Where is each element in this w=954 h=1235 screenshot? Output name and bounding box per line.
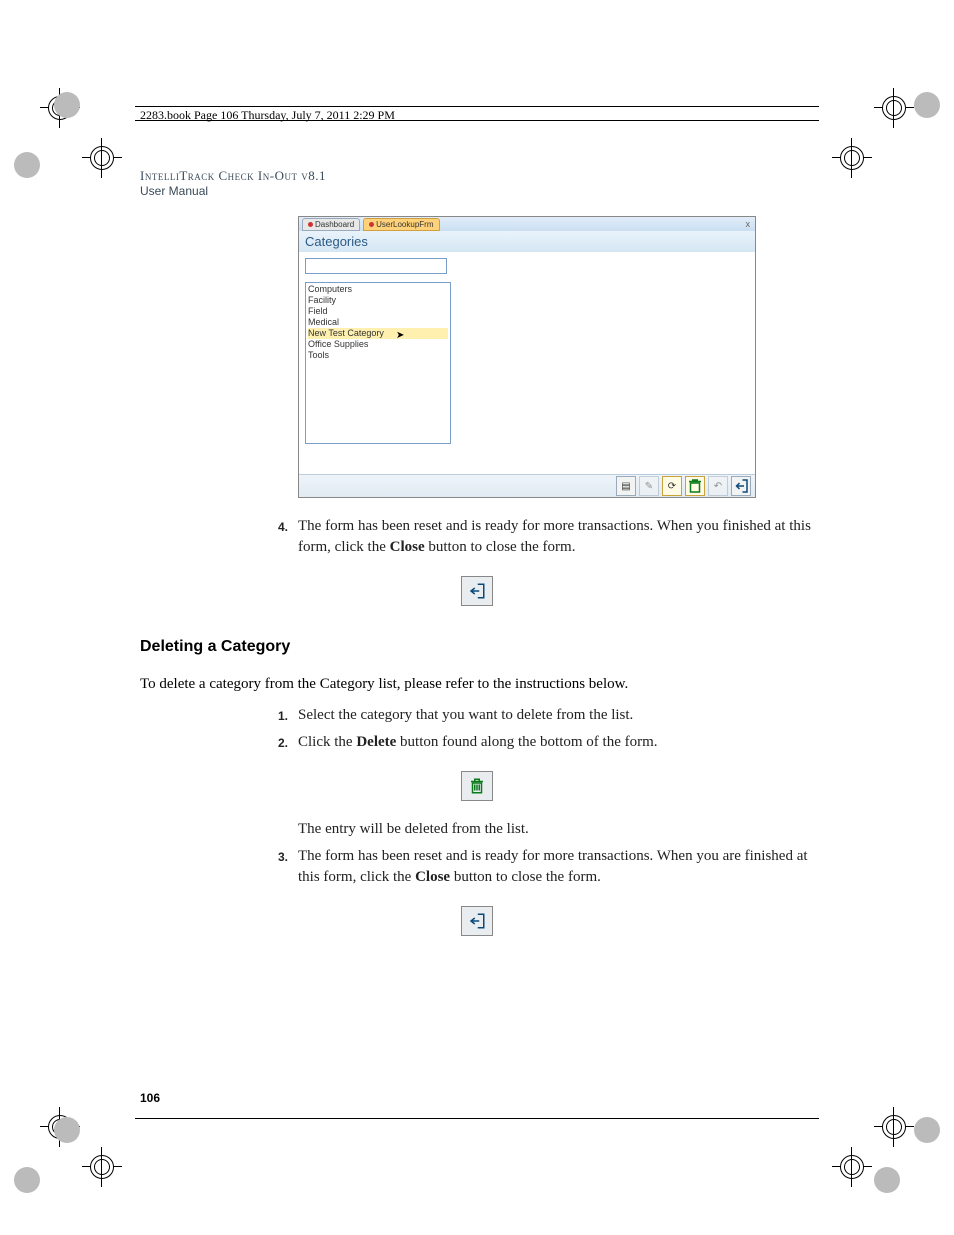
cursor-icon: ➤ bbox=[396, 330, 404, 341]
binding-dot-icon bbox=[54, 92, 80, 118]
step-4: 4. The form has been reset and is ready … bbox=[140, 516, 814, 558]
header-rule bbox=[135, 106, 819, 107]
binding-dot-icon bbox=[874, 1167, 900, 1193]
crop-mark-icon bbox=[82, 138, 122, 178]
binding-dot-icon bbox=[914, 92, 940, 118]
step-number: 3. bbox=[262, 846, 298, 888]
step-number: 4. bbox=[262, 516, 298, 558]
step-text: The entry will be deleted from the list. bbox=[298, 819, 814, 840]
delete-step-3: 3. The form has been reset and is ready … bbox=[140, 846, 814, 888]
step-number: 2. bbox=[262, 732, 298, 753]
undo-button[interactable]: ↶ bbox=[708, 476, 728, 496]
tab-dashboard[interactable]: Dashboard bbox=[302, 218, 360, 231]
list-item[interactable]: Facility bbox=[308, 295, 448, 306]
delete-step-2-result: The entry will be deleted from the list. bbox=[140, 819, 814, 840]
form-toolbar: ▤ ✎ ⟳ ↶ bbox=[299, 474, 755, 497]
tab-userlookup[interactable]: UserLookupFrm bbox=[363, 218, 439, 231]
binding-dot-icon bbox=[14, 152, 40, 178]
close-button-illustration bbox=[461, 906, 493, 936]
step-text: Select the category that you want to del… bbox=[298, 705, 814, 726]
doc-subtitle: User Manual bbox=[140, 184, 814, 198]
crop-mark-icon bbox=[832, 1147, 872, 1187]
crop-mark-icon bbox=[874, 1107, 914, 1147]
crop-mark-icon bbox=[874, 88, 914, 128]
binding-dot-icon bbox=[914, 1117, 940, 1143]
refresh-button[interactable]: ⟳ bbox=[662, 476, 682, 496]
delete-step-2: 2. Click the Delete button found along t… bbox=[140, 732, 814, 753]
close-button[interactable] bbox=[731, 476, 751, 496]
page-button[interactable]: ▤ bbox=[616, 476, 636, 496]
list-item[interactable]: Office Supplies bbox=[308, 339, 448, 350]
footer-rule bbox=[135, 1118, 819, 1119]
step-number: 1. bbox=[262, 705, 298, 726]
delete-button[interactable] bbox=[685, 476, 705, 496]
product-title: IntelliTrack Check In-Out v8.1 bbox=[140, 168, 814, 184]
section-heading: Deleting a Category bbox=[140, 638, 814, 656]
list-item[interactable]: Medical bbox=[308, 317, 448, 328]
binding-dot-icon bbox=[14, 1167, 40, 1193]
form-title: Categories bbox=[299, 231, 755, 252]
close-button-illustration bbox=[461, 576, 493, 606]
step-text: Click the Delete button found along the … bbox=[298, 732, 814, 753]
list-item[interactable]: Field bbox=[308, 306, 448, 317]
intro-paragraph: To delete a category from the Category l… bbox=[140, 674, 814, 695]
step-text: The form has been reset and is ready for… bbox=[298, 516, 814, 558]
tab-label: Dashboard bbox=[315, 220, 354, 229]
list-item-selected[interactable]: New Test Category bbox=[308, 328, 448, 339]
tab-label: UserLookupFrm bbox=[376, 220, 433, 229]
delete-step-1: 1. Select the category that you want to … bbox=[140, 705, 814, 726]
binding-dot-icon bbox=[54, 1117, 80, 1143]
category-input[interactable] bbox=[305, 258, 447, 274]
categories-form-screenshot: Dashboard UserLookupFrm x Categories Com… bbox=[298, 216, 756, 498]
page-number: 106 bbox=[140, 1091, 160, 1105]
crop-mark-icon bbox=[82, 1147, 122, 1187]
tab-strip: Dashboard UserLookupFrm x bbox=[299, 217, 755, 231]
category-listbox[interactable]: Computers Facility Field Medical New Tes… bbox=[305, 282, 451, 444]
edit-button[interactable]: ✎ bbox=[639, 476, 659, 496]
running-header: IntelliTrack Check In-Out v8.1 User Manu… bbox=[140, 168, 814, 198]
list-item[interactable]: Computers bbox=[308, 284, 448, 295]
book-path-label: 2283.book Page 106 Thursday, July 7, 201… bbox=[140, 108, 395, 123]
step-text: The form has been reset and is ready for… bbox=[298, 846, 814, 888]
crop-mark-icon bbox=[832, 138, 872, 178]
list-item[interactable]: Tools bbox=[308, 350, 448, 361]
delete-button-illustration bbox=[461, 771, 493, 801]
tabstrip-close-button[interactable]: x bbox=[744, 219, 753, 229]
